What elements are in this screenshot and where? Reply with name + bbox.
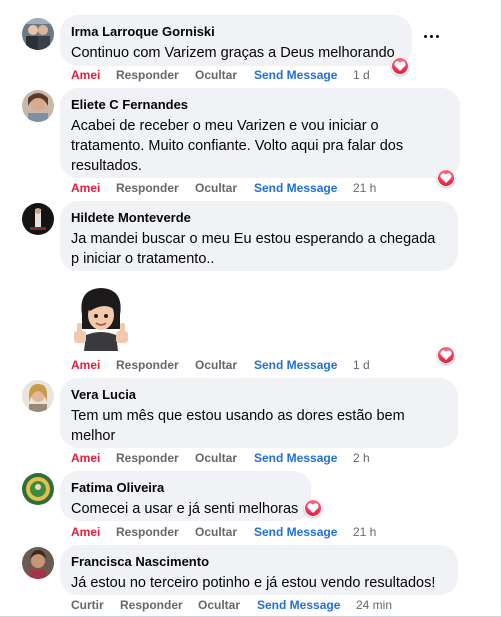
reply-button[interactable]: Responder [116, 68, 179, 82]
avatar[interactable] [22, 90, 54, 122]
comment-timestamp[interactable]: 21 h [353, 525, 376, 539]
comment-author[interactable]: Vera Lucia [71, 386, 446, 403]
comment-author[interactable]: Francisca Nascimento [71, 553, 446, 570]
comment-bubble: Vera Lucia Tem um mês que estou usando a… [60, 378, 458, 448]
comment-author[interactable]: Eliete C Fernandes [71, 96, 448, 113]
send-message-link[interactable]: Send Message [254, 181, 337, 195]
hide-button[interactable]: Ocultar [195, 358, 237, 372]
send-message-link[interactable]: Send Message [254, 525, 337, 539]
more-options-icon[interactable] [424, 35, 440, 41]
reply-button[interactable]: Responder [120, 598, 183, 612]
comment-bubble: Irma Larroque Gorniski Continuo com Vari… [60, 15, 412, 66]
send-message-link[interactable]: Send Message [254, 358, 337, 372]
comment-bubble: Eliete C Fernandes Acabei de receber o m… [60, 88, 460, 178]
reply-button[interactable]: Responder [116, 525, 179, 539]
comment-text: Tem um mês que estou usando as dores est… [71, 408, 405, 444]
comment-author[interactable]: Irma Larroque Gorniski [71, 23, 400, 40]
avatar[interactable] [22, 380, 54, 412]
reply-button[interactable]: Responder [116, 358, 179, 372]
love-button[interactable]: Amei [71, 525, 100, 539]
comment-timestamp[interactable]: 24 min [356, 598, 392, 612]
comment-text: Ja mandei buscar o meu Eu estou esperand… [71, 231, 436, 267]
heart-love-icon[interactable] [304, 499, 322, 517]
comment-timestamp[interactable]: 1 d [353, 358, 370, 372]
comment-bubble: Fatima Oliveira Comecei a usar e já sent… [60, 471, 311, 521]
comment-text: Comecei a usar e já senti melhoras [71, 501, 299, 517]
comment-timestamp[interactable]: 21 h [353, 181, 376, 195]
like-button[interactable]: Curtir [71, 598, 104, 612]
comment-bubble: Francisca Nascimento Já estou no terceir… [60, 545, 458, 595]
comment-text: Acabei de receber o meu Varizen e vou in… [71, 118, 404, 174]
hide-button[interactable]: Ocultar [195, 68, 237, 82]
comment-bubble: Hildete Monteverde Ja mandei buscar o me… [60, 201, 458, 271]
send-message-link[interactable]: Send Message [254, 451, 337, 465]
love-button[interactable]: Amei [71, 181, 100, 195]
avatar[interactable] [22, 203, 54, 235]
avatar[interactable] [22, 473, 54, 505]
hide-button[interactable]: Ocultar [195, 451, 237, 465]
love-button[interactable]: Amei [71, 358, 100, 372]
send-message-link[interactable]: Send Message [254, 68, 337, 82]
love-button[interactable]: Amei [71, 451, 100, 465]
hide-button[interactable]: Ocultar [195, 181, 237, 195]
heart-love-icon[interactable] [437, 169, 455, 187]
heart-love-icon[interactable] [437, 346, 455, 364]
send-message-link[interactable]: Send Message [257, 598, 340, 612]
love-button[interactable]: Amei [71, 68, 100, 82]
comment-author[interactable]: Hildete Monteverde [71, 209, 446, 226]
comment-author[interactable]: Fatima Oliveira [71, 479, 299, 496]
comment-text: Continuo com Varizem graças a Deus melho… [71, 45, 395, 61]
reply-button[interactable]: Responder [116, 451, 179, 465]
hide-button[interactable]: Ocultar [198, 598, 240, 612]
avatar-thumbs-up-sticker [72, 285, 130, 351]
reply-button[interactable]: Responder [116, 181, 179, 195]
comment-text: Já estou no terceiro potinho e já estou … [71, 575, 436, 591]
comment-timestamp[interactable]: 2 h [353, 451, 370, 465]
avatar[interactable] [22, 18, 54, 50]
heart-love-icon[interactable] [391, 57, 409, 75]
comments-panel: Irma Larroque Gorniski Continuo com Vari… [0, 0, 502, 617]
comment-timestamp[interactable]: 1 d [353, 68, 370, 82]
avatar[interactable] [22, 547, 54, 579]
hide-button[interactable]: Ocultar [195, 525, 237, 539]
